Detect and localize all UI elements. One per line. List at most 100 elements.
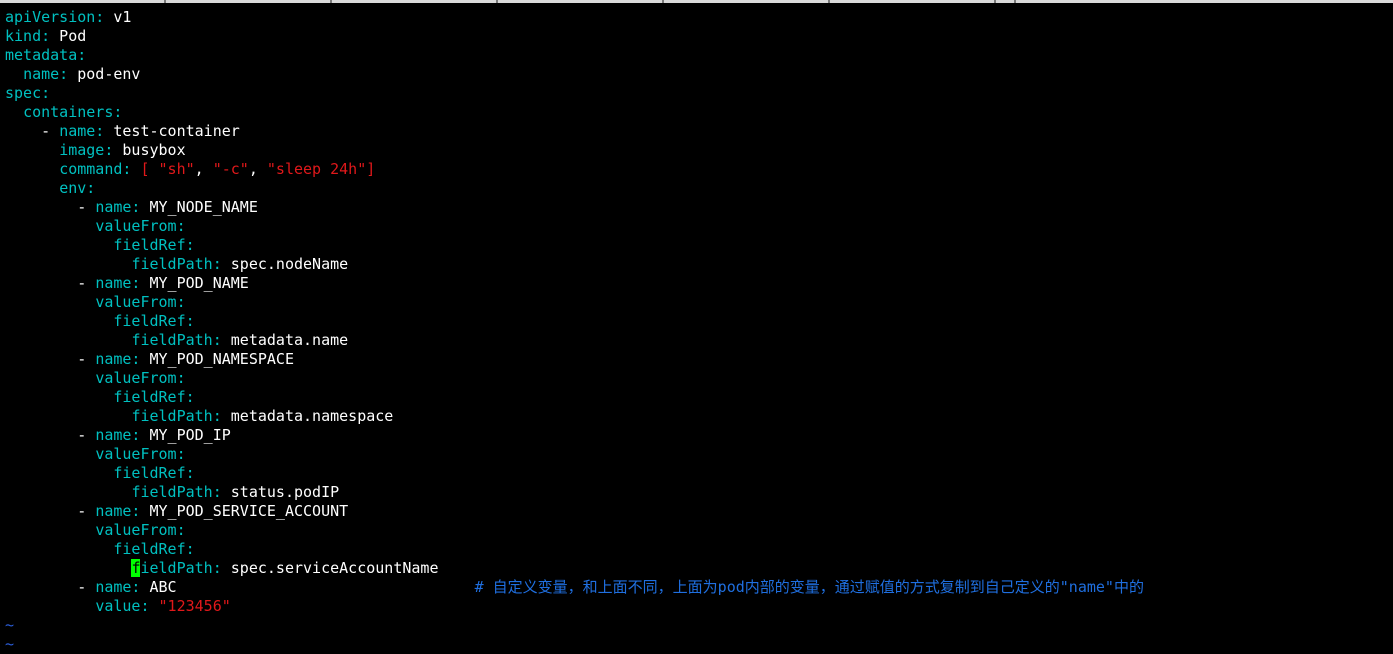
yaml-value: ABC	[140, 578, 177, 596]
yaml-key: valueFrom:	[95, 293, 186, 311]
code-line: valueFrom:	[5, 521, 1393, 540]
yaml-value: MY_POD_IP	[140, 426, 231, 444]
code-line: - name: MY_POD_NAME	[5, 274, 1393, 293]
empty-line-tilde: ~	[5, 635, 15, 653]
code-line: metadata:	[5, 46, 1393, 65]
terminal-tab-strip	[0, 0, 1393, 3]
code-line: name: pod-env	[5, 65, 1393, 84]
tab-segment[interactable]	[498, 0, 662, 3]
yaml-key: value:	[95, 597, 150, 615]
yaml-key: spec:	[5, 84, 51, 102]
yaml-key: fieldRef:	[113, 464, 195, 482]
code-line: - name: MY_NODE_NAME	[5, 198, 1393, 217]
vim-editor-buffer[interactable]: apiVersion: v1 kind: Pod metadata: name:…	[5, 8, 1393, 654]
code-line: command: [ "sh", "-c", "sleep 24h"]	[5, 160, 1393, 179]
indent: -	[5, 122, 60, 140]
yaml-key: name:	[95, 502, 141, 520]
code-line: - name: MY_POD_IP	[5, 426, 1393, 445]
yaml-string: "sleep 24h"	[266, 160, 367, 178]
code-line: - name: ABC # 自定义变量，和上面不同，上面为pod内部的变量，通过…	[5, 578, 1393, 597]
yaml-key: kind:	[5, 27, 51, 45]
yaml-key: fieldPath:	[131, 483, 222, 501]
yaml-key: valueFrom:	[95, 217, 186, 235]
yaml-value: v1	[104, 8, 132, 26]
yaml-string: "sh"	[158, 160, 195, 178]
code-line: image: busybox	[5, 141, 1393, 160]
yaml-value: MY_NODE_NAME	[140, 198, 258, 216]
code-line: kind: Pod	[5, 27, 1393, 46]
indent: -	[5, 426, 96, 444]
tab-segment[interactable]	[166, 0, 330, 3]
yaml-key: fieldRef:	[113, 388, 195, 406]
tab-segment[interactable]	[0, 0, 164, 3]
yaml-value: pod-env	[68, 65, 141, 83]
yaml-value: Pod	[50, 27, 87, 45]
yaml-separator: ,	[194, 160, 213, 178]
yaml-key: name:	[95, 578, 141, 596]
code-line: - name: MY_POD_SERVICE_ACCOUNT	[5, 502, 1393, 521]
yaml-key: name:	[95, 274, 141, 292]
code-line: fieldRef:	[5, 540, 1393, 559]
tab-segment[interactable]	[1016, 0, 1393, 3]
yaml-key: metadata:	[5, 46, 87, 64]
code-line: fieldRef:	[5, 312, 1393, 331]
yaml-key: apiVersion:	[5, 8, 105, 26]
yaml-key: name:	[95, 350, 141, 368]
code-line: fieldRef:	[5, 464, 1393, 483]
code-line: valueFrom:	[5, 217, 1393, 236]
yaml-key: fieldRef:	[113, 312, 195, 330]
code-line: containers:	[5, 103, 1393, 122]
yaml-value: status.podIP	[221, 483, 340, 501]
yaml-key: name:	[95, 198, 141, 216]
yaml-key: fieldRef:	[113, 540, 195, 558]
padding	[177, 578, 475, 596]
yaml-key: containers:	[23, 103, 123, 121]
code-line: fieldPath: spec.nodeName	[5, 255, 1393, 274]
yaml-value: spec.serviceAccountName	[221, 559, 439, 577]
yaml-comment: # 自定义变量，和上面不同，上面为pod内部的变量，通过赋值的方式复制到自己定义…	[474, 578, 1144, 596]
tab-segment[interactable]	[996, 0, 1014, 3]
indent: -	[5, 578, 96, 596]
yaml-bracket: [	[131, 160, 159, 178]
indent: -	[5, 198, 96, 216]
yaml-value: test-container	[104, 122, 240, 140]
yaml-string: "123456"	[149, 597, 231, 615]
tab-segment[interactable]	[830, 0, 994, 3]
yaml-value: MY_POD_NAME	[140, 274, 249, 292]
yaml-value: MY_POD_SERVICE_ACCOUNT	[140, 502, 349, 520]
yaml-value: MY_POD_NAMESPACE	[140, 350, 294, 368]
code-line: spec:	[5, 84, 1393, 103]
yaml-key: fieldPath:	[131, 255, 222, 273]
code-line: env:	[5, 179, 1393, 198]
code-line: apiVersion: v1	[5, 8, 1393, 27]
code-line: valueFrom:	[5, 293, 1393, 312]
tab-segment[interactable]	[664, 0, 828, 3]
tab-segment[interactable]	[332, 0, 496, 3]
yaml-key: name:	[23, 65, 69, 83]
code-line: valueFrom:	[5, 369, 1393, 388]
code-line: fieldPath: metadata.name	[5, 331, 1393, 350]
yaml-key: valueFrom:	[95, 521, 186, 539]
code-line: valueFrom:	[5, 445, 1393, 464]
yaml-key: ieldPath:	[140, 559, 222, 577]
yaml-key: fieldPath:	[131, 331, 222, 349]
code-line: fieldRef:	[5, 388, 1393, 407]
